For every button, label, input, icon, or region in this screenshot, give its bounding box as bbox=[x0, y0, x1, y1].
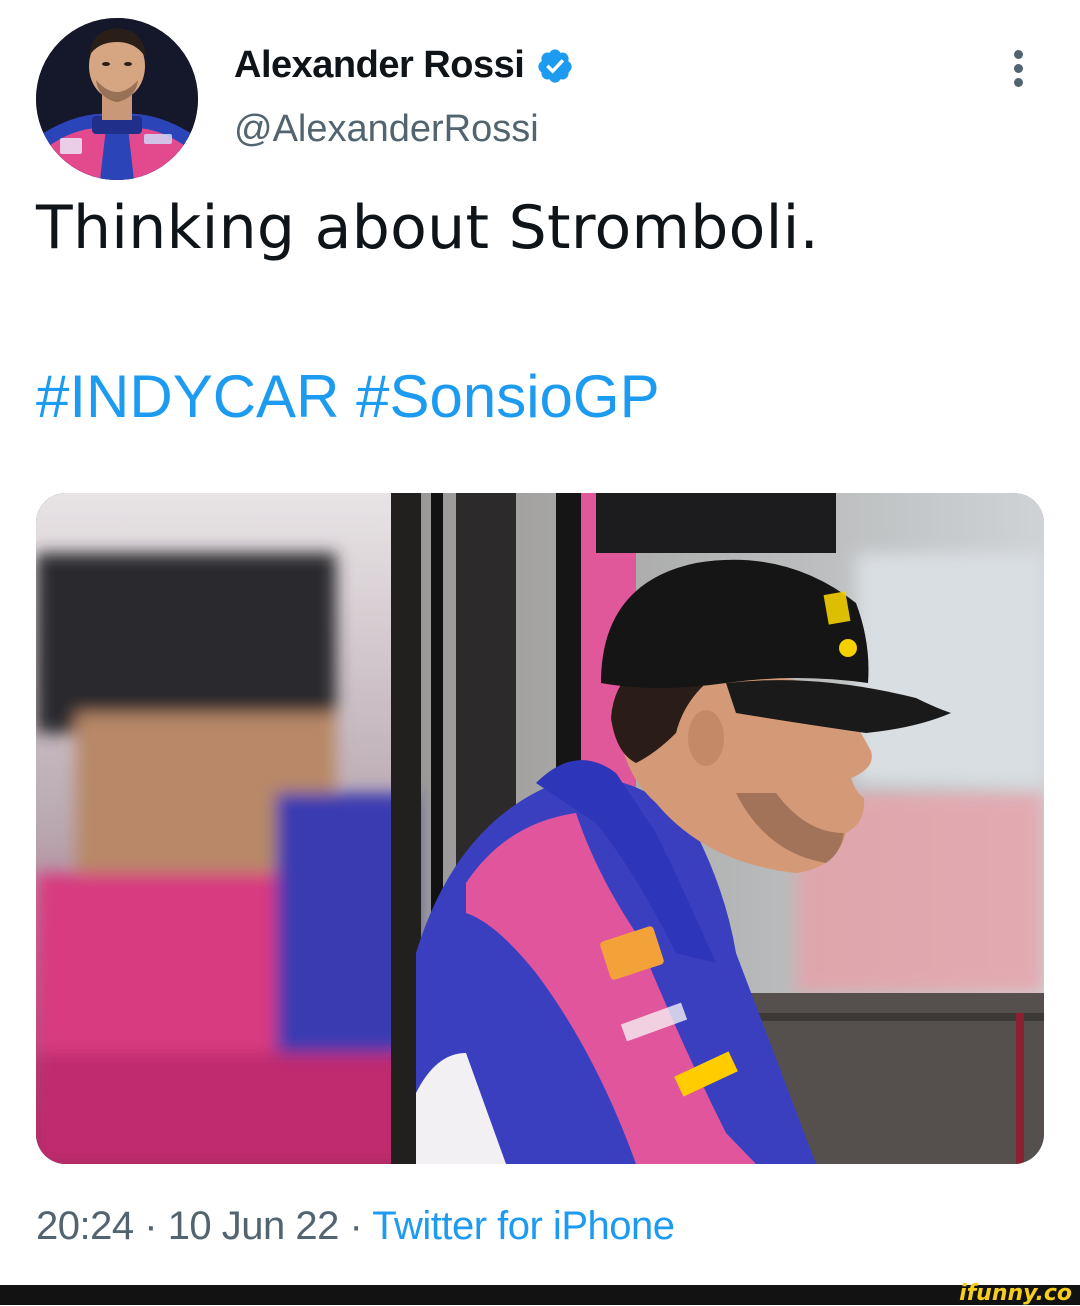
tweet-date[interactable]: 10 Jun 22 bbox=[168, 1204, 340, 1248]
tweet-text: Thinking about Stromboli. bbox=[36, 193, 819, 263]
author-display-name[interactable]: Alexander Rossi bbox=[234, 44, 525, 87]
tweet-time[interactable]: 20:24 bbox=[36, 1204, 134, 1248]
tweet-meta: 20:24 · 10 Jun 22 · Twitter for iPhone bbox=[36, 1204, 675, 1249]
meta-separator: · bbox=[349, 1204, 363, 1248]
author-handle[interactable]: @AlexanderRossi bbox=[234, 108, 539, 151]
bottom-bar bbox=[0, 1285, 1080, 1305]
watermark-logo: ifunny.co bbox=[959, 1281, 1072, 1306]
tweet-photo[interactable] bbox=[36, 493, 1044, 1164]
author-name-row[interactable]: Alexander Rossi bbox=[234, 44, 574, 87]
verified-badge-icon bbox=[536, 47, 574, 85]
tweet-hashtags: #INDYCAR #SonsioGP bbox=[36, 362, 660, 432]
hashtag-link[interactable]: #SonsioGP bbox=[356, 363, 660, 430]
avatar[interactable] bbox=[36, 18, 198, 180]
tweet-source[interactable]: Twitter for iPhone bbox=[372, 1204, 675, 1248]
meta-separator: · bbox=[144, 1204, 158, 1248]
hashtag-link[interactable]: #INDYCAR bbox=[36, 363, 339, 430]
more-vertical-icon[interactable] bbox=[1004, 44, 1034, 94]
